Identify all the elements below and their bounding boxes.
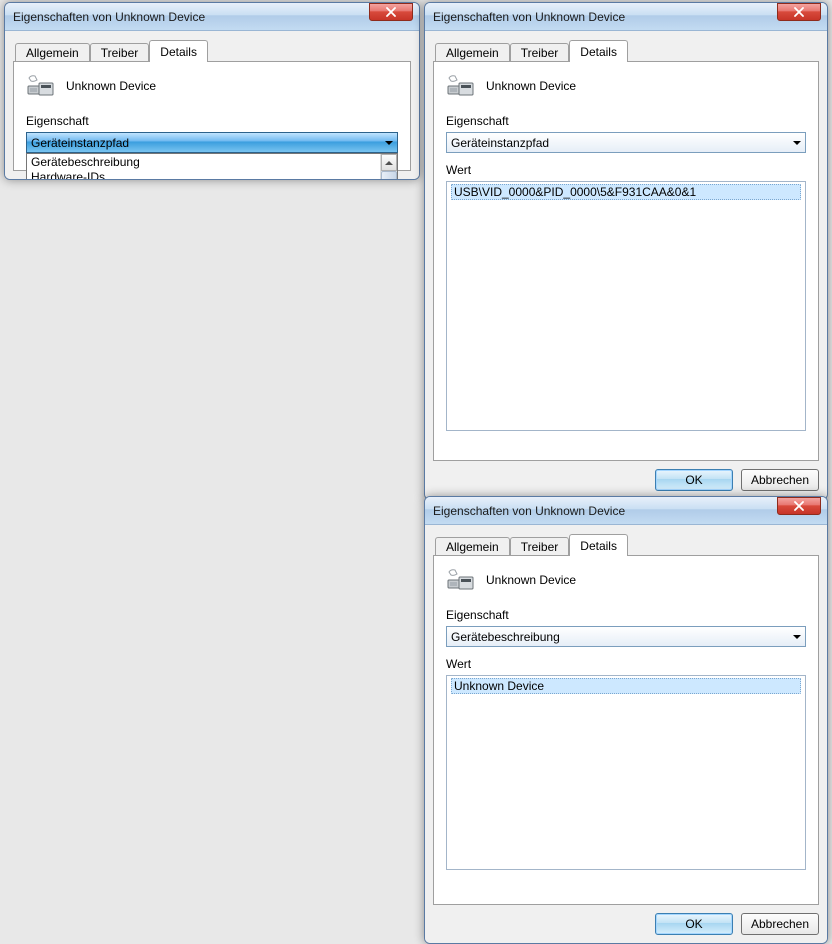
- property-dropdown-list: GerätebeschreibungHardware-IDsKompatible…: [26, 153, 398, 180]
- properties-dialog-dropdown-open: Eigenschaften von Unknown Device Allgeme…: [4, 2, 420, 180]
- tab-general[interactable]: Allgemein: [15, 43, 90, 62]
- chevron-down-icon: [385, 141, 393, 145]
- usb-device-icon: [446, 566, 478, 594]
- usb-device-icon: [446, 72, 478, 100]
- dropdown-option[interactable]: Hardware-IDs: [27, 170, 380, 180]
- tab-driver[interactable]: Treiber: [510, 43, 570, 62]
- close-button[interactable]: [777, 3, 821, 21]
- window-title: Eigenschaften von Unknown Device: [433, 10, 823, 24]
- cancel-button[interactable]: Abbrechen: [741, 469, 819, 491]
- usb-device-icon: [26, 72, 58, 100]
- tab-strip: Allgemein Treiber Details: [433, 39, 819, 61]
- value-listbox[interactable]: Unknown Device: [446, 675, 806, 870]
- property-label: Eigenschaft: [446, 608, 806, 622]
- details-panel: Unknown Device Eigenschaft Gerätebeschre…: [433, 555, 819, 905]
- value-label: Wert: [446, 163, 806, 177]
- combobox-value: Geräteinstanzpfad: [451, 136, 549, 150]
- close-icon: [386, 7, 396, 17]
- scroll-up-button[interactable]: [381, 154, 397, 171]
- titlebar[interactable]: Eigenschaften von Unknown Device: [5, 3, 419, 31]
- tab-driver[interactable]: Treiber: [90, 43, 150, 62]
- property-combobox[interactable]: Gerätebeschreibung: [446, 626, 806, 647]
- tab-strip: Allgemein Treiber Details: [13, 39, 411, 61]
- device-name: Unknown Device: [66, 79, 156, 93]
- details-panel: Unknown Device Eigenschaft Geräteinstanz…: [13, 61, 411, 171]
- tab-general[interactable]: Allgemein: [435, 43, 510, 62]
- tab-details[interactable]: Details: [149, 40, 208, 62]
- dropdown-option[interactable]: Gerätebeschreibung: [27, 155, 380, 170]
- close-button[interactable]: [777, 497, 821, 515]
- tab-details[interactable]: Details: [569, 40, 628, 62]
- value-label: Wert: [446, 657, 806, 671]
- tab-general[interactable]: Allgemein: [435, 537, 510, 556]
- window-title: Eigenschaften von Unknown Device: [433, 504, 823, 518]
- property-combobox[interactable]: Geräteinstanzpfad GerätebeschreibungHard…: [26, 132, 398, 153]
- close-button[interactable]: [369, 3, 413, 21]
- window-title: Eigenschaften von Unknown Device: [13, 10, 415, 24]
- value-item[interactable]: USB\VID_0000&PID_0000\5&F931CAA&0&1: [451, 184, 801, 200]
- titlebar[interactable]: Eigenschaften von Unknown Device: [425, 497, 827, 525]
- titlebar[interactable]: Eigenschaften von Unknown Device: [425, 3, 827, 31]
- combobox-value: Gerätebeschreibung: [451, 630, 560, 644]
- tab-strip: Allgemein Treiber Details: [433, 533, 819, 555]
- details-panel: Unknown Device Eigenschaft Geräteinstanz…: [433, 61, 819, 461]
- close-icon: [794, 7, 804, 17]
- chevron-down-icon: [793, 141, 801, 145]
- dropdown-scrollbar[interactable]: [380, 154, 397, 180]
- tab-driver[interactable]: Treiber: [510, 537, 570, 556]
- property-label: Eigenschaft: [26, 114, 398, 128]
- device-name: Unknown Device: [486, 79, 576, 93]
- scroll-thumb[interactable]: [381, 171, 397, 180]
- dialog-button-row: OK Abbrechen: [425, 461, 827, 499]
- device-name: Unknown Device: [486, 573, 576, 587]
- value-listbox[interactable]: USB\VID_0000&PID_0000\5&F931CAA&0&1: [446, 181, 806, 431]
- property-combobox[interactable]: Geräteinstanzpfad: [446, 132, 806, 153]
- property-label: Eigenschaft: [446, 114, 806, 128]
- dialog-button-row: OK Abbrechen: [425, 905, 827, 943]
- properties-dialog-instance-path: Eigenschaften von Unknown Device Allgeme…: [424, 2, 828, 500]
- properties-dialog-description: Eigenschaften von Unknown Device Allgeme…: [424, 496, 828, 944]
- chevron-down-icon: [793, 635, 801, 639]
- ok-button[interactable]: OK: [655, 913, 733, 935]
- value-item[interactable]: Unknown Device: [451, 678, 801, 694]
- tab-details[interactable]: Details: [569, 534, 628, 556]
- combobox-value: Geräteinstanzpfad: [31, 136, 129, 150]
- ok-button[interactable]: OK: [655, 469, 733, 491]
- cancel-button[interactable]: Abbrechen: [741, 913, 819, 935]
- close-icon: [794, 501, 804, 511]
